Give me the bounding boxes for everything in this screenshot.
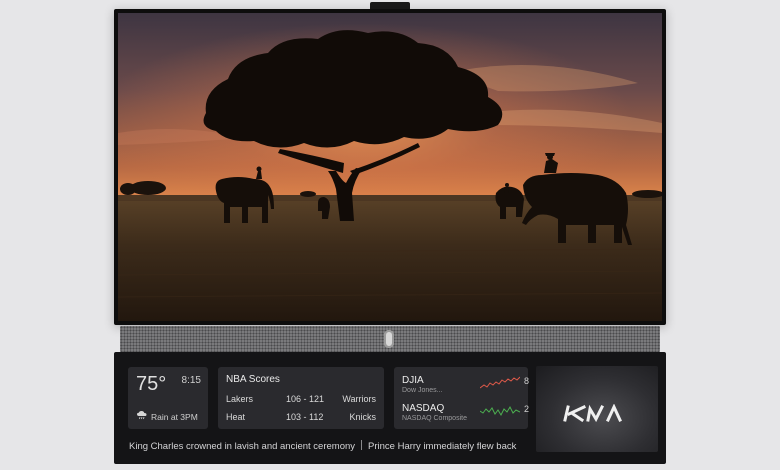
tv-display bbox=[114, 9, 666, 325]
temperature: 75° bbox=[136, 373, 167, 395]
game-score: 103 - 112 bbox=[286, 412, 324, 422]
clock-time: 8:15 bbox=[181, 375, 201, 386]
stocks-widget[interactable]: DJIA Dow Jones... 8 NASDAQ NASDAQ Compos… bbox=[394, 367, 529, 429]
home-team: Lakers bbox=[226, 394, 254, 404]
stock-value: 2 bbox=[523, 404, 529, 414]
info-panel: 75° 8:15 Rain at 3PM NBA Scores Lakers 1… bbox=[114, 352, 666, 464]
wallpaper-image bbox=[118, 13, 662, 321]
ticker-divider bbox=[361, 440, 363, 450]
nba-scores-widget[interactable]: NBA Scores Lakers 106 - 121 Warriors Hea… bbox=[218, 367, 384, 429]
home-team: Heat bbox=[226, 412, 246, 422]
news-ticker[interactable]: King Charles crowned in lavish and ancie… bbox=[129, 440, 529, 454]
stock-symbol: DJIA bbox=[402, 375, 424, 386]
weather-widget[interactable]: 75° 8:15 Rain at 3PM bbox=[128, 367, 208, 429]
soundbar-camera bbox=[384, 330, 394, 348]
stock-value: 8 bbox=[523, 376, 529, 386]
game-row: Heat 103 - 112 Knicks bbox=[226, 412, 376, 424]
headline: Prince Harry immediately flew back bbox=[368, 441, 517, 452]
kia-ad-banner[interactable] bbox=[536, 366, 658, 452]
stock-trend-chart bbox=[480, 376, 520, 389]
game-score: 106 - 121 bbox=[286, 394, 325, 404]
stock-trend-chart bbox=[480, 405, 520, 417]
nba-title: NBA Scores bbox=[226, 374, 280, 385]
stock-name: NASDAQ Composite bbox=[402, 415, 467, 422]
game-row: Lakers 106 - 121 Warriors bbox=[226, 394, 376, 406]
away-team: Warriors bbox=[342, 394, 376, 404]
stock-name: Dow Jones... bbox=[402, 387, 443, 394]
kia-logo bbox=[563, 404, 622, 422]
away-team: Knicks bbox=[349, 412, 376, 422]
headline: King Charles crowned in lavish and ancie… bbox=[129, 441, 356, 452]
weather-forecast: Rain at 3PM bbox=[151, 412, 198, 422]
rain-cloud-icon bbox=[137, 411, 147, 420]
stock-symbol: NASDAQ bbox=[402, 403, 445, 414]
